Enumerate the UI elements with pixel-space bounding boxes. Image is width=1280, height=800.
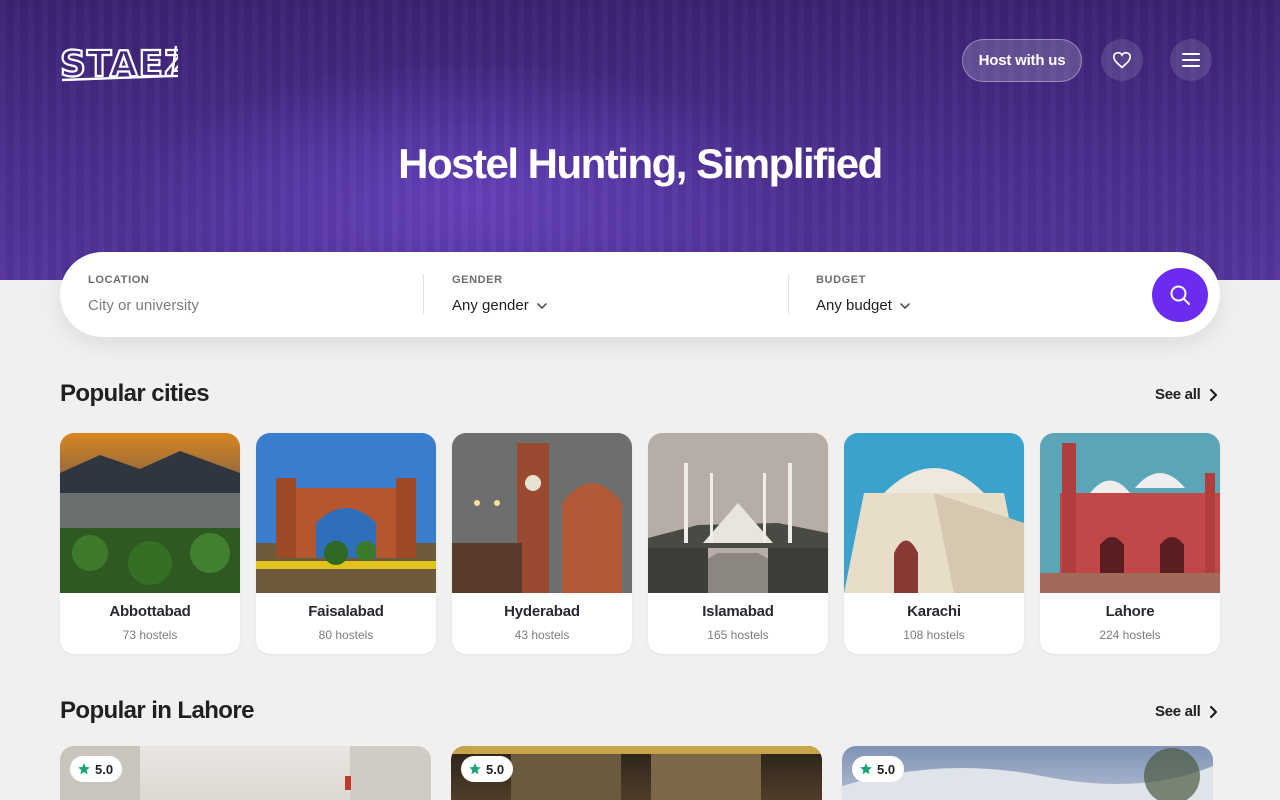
host-with-us-button[interactable]: Host with us <box>962 39 1082 82</box>
see-all-label: See all <box>1155 386 1201 403</box>
city-image-karachi <box>844 433 1024 593</box>
popular-cities-title: Popular cities <box>60 380 210 407</box>
chevron-down-icon <box>900 302 910 309</box>
star-icon <box>469 763 481 775</box>
city-name: Islamabad <box>702 603 774 620</box>
rating-value: 5.0 <box>95 761 114 777</box>
favorites-button[interactable] <box>1101 39 1143 81</box>
rating-badge: 5.0 <box>461 756 514 782</box>
rating-badge: 5.0 <box>852 756 905 782</box>
listing-card[interactable]: 5.0 <box>451 746 822 800</box>
city-image-abbottabad <box>60 433 240 593</box>
budget-value: Any budget <box>816 297 892 314</box>
hero-banner: STAEZY Host with us Hostel Hunting, Simp… <box>0 0 1280 280</box>
city-image-lahore <box>1040 433 1220 593</box>
menu-icon <box>1182 53 1200 67</box>
city-hostel-count: 43 hostels <box>514 628 570 642</box>
search-bar: LOCATION City or university GENDER Any g… <box>60 252 1220 337</box>
city-card-hyderabad[interactable]: Hyderabad 43 hostels <box>452 433 632 654</box>
city-image-islamabad <box>648 433 828 593</box>
location-field[interactable]: LOCATION City or university <box>88 252 418 337</box>
rating-badge: 5.0 <box>70 756 123 782</box>
city-card-islamabad[interactable]: Islamabad 165 hostels <box>648 433 828 654</box>
location-input[interactable]: City or university <box>88 297 199 314</box>
star-icon <box>860 763 872 775</box>
gender-label: GENDER <box>452 274 503 286</box>
star-icon <box>78 763 90 775</box>
city-image-faisalabad <box>256 433 436 593</box>
search-icon <box>1170 285 1190 305</box>
city-name: Abbottabad <box>109 603 191 620</box>
divider <box>788 274 789 315</box>
budget-select[interactable]: Any budget <box>816 297 912 314</box>
listing-card[interactable]: 5.0 <box>60 746 431 800</box>
city-name: Karachi <box>907 603 961 620</box>
hero-title: Hostel Hunting, Simplified <box>398 140 883 187</box>
popular-cities-see-all[interactable]: See all <box>1155 386 1218 403</box>
popular-in-lahore-title: Popular in Lahore <box>60 697 254 724</box>
city-hostel-count: 80 hostels <box>318 628 374 642</box>
gender-select[interactable]: Any gender <box>452 297 549 314</box>
city-card-lahore[interactable]: Lahore 224 hostels <box>1040 433 1220 654</box>
search-button[interactable] <box>1152 268 1208 322</box>
city-carousel: Abbottabad 73 hostels Faisalabad 80 host… <box>60 433 1220 654</box>
city-card-abbottabad[interactable]: Abbottabad 73 hostels <box>60 433 240 654</box>
gender-value: Any gender <box>452 297 529 314</box>
location-label: LOCATION <box>88 274 150 286</box>
rating-value: 5.0 <box>486 761 505 777</box>
chevron-down-icon <box>536 302 547 309</box>
chevron-right-icon <box>1210 705 1218 718</box>
city-name: Lahore <box>1105 603 1155 620</box>
heart-icon <box>1112 51 1132 69</box>
city-card-faisalabad[interactable]: Faisalabad 80 hostels <box>256 433 436 654</box>
gender-field[interactable]: GENDER Any gender <box>452 252 782 337</box>
listing-card[interactable]: 5.0 <box>842 746 1213 800</box>
city-hostel-count: 165 hostels <box>707 628 769 642</box>
popular-in-lahore-see-all[interactable]: See all <box>1155 703 1218 720</box>
city-name: Hyderabad <box>504 603 580 620</box>
city-hostel-count: 73 hostels <box>122 628 178 642</box>
city-name: Faisalabad <box>308 603 384 620</box>
see-all-label: See all <box>1155 703 1201 720</box>
budget-field[interactable]: BUDGET Any budget <box>816 252 1146 337</box>
city-card-karachi[interactable]: Karachi 108 hostels <box>844 433 1024 654</box>
staezy-logo[interactable]: STAEZY <box>60 40 178 84</box>
city-hostel-count: 224 hostels <box>1099 628 1161 642</box>
chevron-right-icon <box>1210 388 1218 401</box>
rating-value: 5.0 <box>877 761 896 777</box>
menu-button[interactable] <box>1170 39 1212 81</box>
city-hostel-count: 108 hostels <box>903 628 965 642</box>
budget-label: BUDGET <box>816 274 867 286</box>
city-image-hyderabad <box>452 433 632 593</box>
divider <box>423 274 424 315</box>
